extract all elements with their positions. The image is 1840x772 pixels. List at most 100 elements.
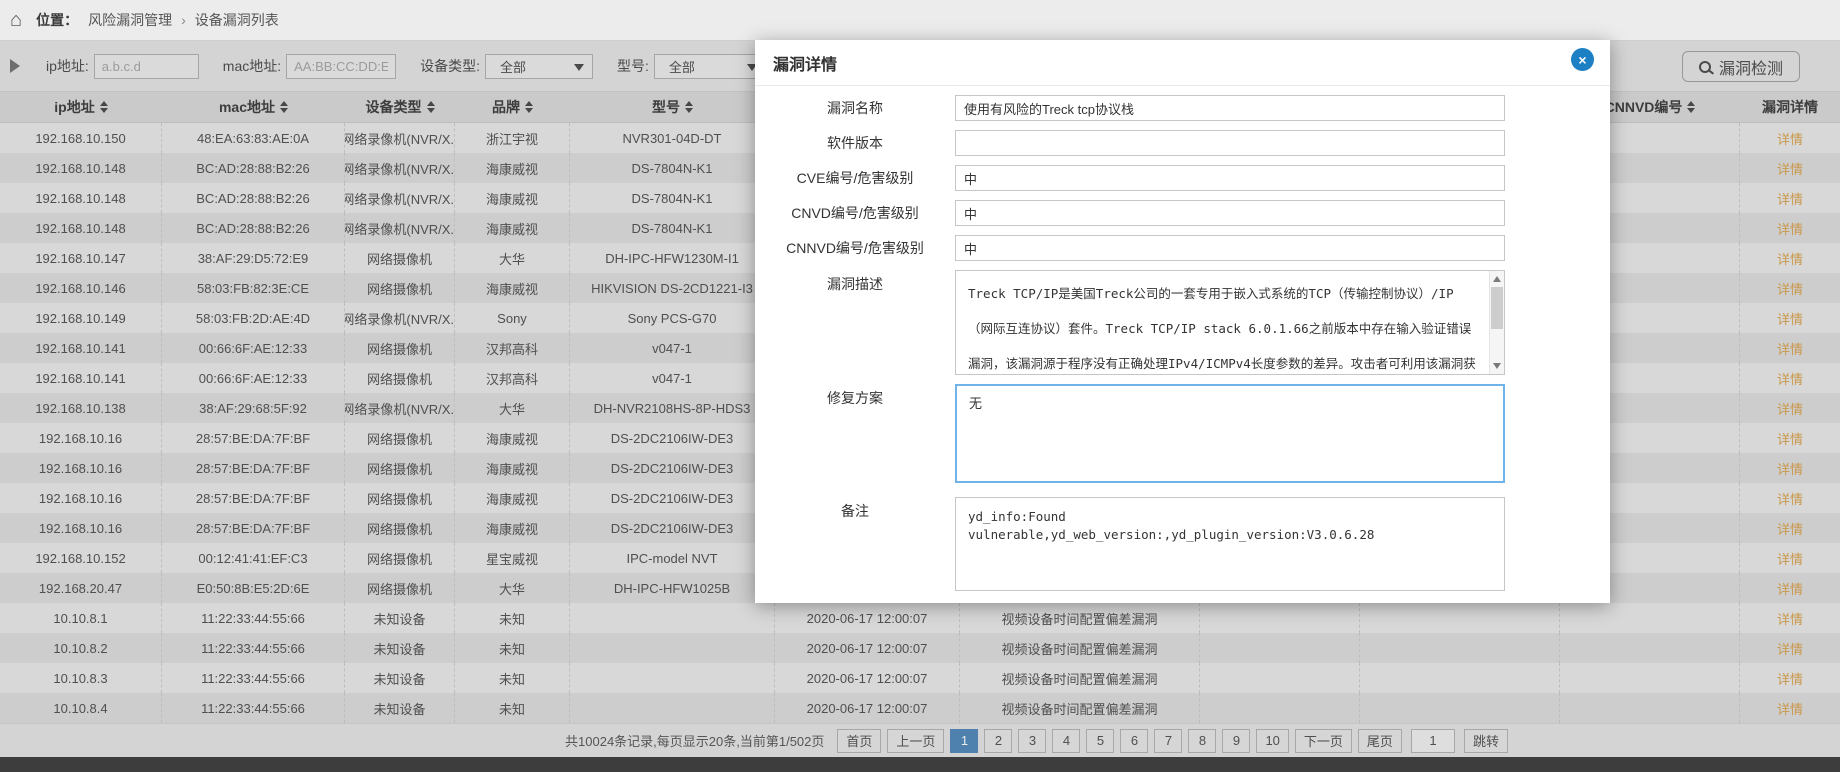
collapse-panel-icon[interactable] (10, 59, 20, 73)
scroll-up-icon[interactable] (1493, 276, 1501, 282)
page-number-button-4[interactable]: 4 (1052, 729, 1080, 753)
software-version-input[interactable] (955, 130, 1505, 156)
sort-icon[interactable] (100, 101, 108, 113)
scroll-thumb[interactable] (1491, 287, 1503, 329)
detail-link[interactable]: 详情 (1777, 459, 1803, 478)
cell-detail: 详情 (1740, 663, 1840, 693)
modal-title: 漏洞详情 (773, 51, 837, 75)
table-cell: 视频设备时间配置偏差漏洞 (960, 633, 1200, 663)
table-cell: 00:66:6F:AE:12:33 (162, 333, 345, 363)
column-header-1[interactable]: ip地址 (0, 92, 162, 122)
detail-link[interactable]: 详情 (1777, 279, 1803, 298)
page-number-button-6[interactable]: 6 (1120, 729, 1148, 753)
detail-link[interactable]: 详情 (1777, 159, 1803, 178)
sort-icon[interactable] (525, 101, 533, 113)
table-cell: 海康威视 (455, 273, 570, 303)
table-cell: 汉邦高科 (455, 363, 570, 393)
page-number-button-5[interactable]: 5 (1086, 729, 1114, 753)
sort-icon[interactable] (427, 101, 435, 113)
table-cell: 2020-06-17 12:00:07 (775, 693, 960, 723)
detail-link[interactable]: 详情 (1777, 369, 1803, 388)
scrollbar[interactable] (1489, 271, 1504, 374)
cve-input[interactable] (955, 165, 1505, 191)
column-header-4[interactable]: 品牌 (455, 92, 570, 122)
sort-icon[interactable] (685, 101, 693, 113)
page-first-button[interactable]: 首页 (837, 729, 881, 753)
page-number-button-8[interactable]: 8 (1188, 729, 1216, 753)
detail-link[interactable]: 详情 (1777, 129, 1803, 148)
cell-detail: 详情 (1740, 453, 1840, 483)
cve-label: CVE编号/危害级别 (755, 165, 955, 191)
table-cell: 192.168.10.141 (0, 333, 162, 363)
detail-link[interactable]: 详情 (1777, 639, 1803, 658)
page-next-button[interactable]: 下一页 (1295, 729, 1352, 753)
page-jump-input[interactable] (1411, 729, 1455, 753)
detail-link[interactable]: 详情 (1777, 489, 1803, 508)
detail-link[interactable]: 详情 (1777, 579, 1803, 598)
page-number-button-7[interactable]: 7 (1154, 729, 1182, 753)
table-cell: DS-2DC2106IW-DE3 (570, 483, 775, 513)
detail-link[interactable]: 详情 (1777, 609, 1803, 628)
page-number-button-3[interactable]: 3 (1018, 729, 1046, 753)
page-number-button-10[interactable]: 10 (1256, 729, 1288, 753)
vuln-name-label: 漏洞名称 (755, 95, 955, 121)
cell-detail: 详情 (1740, 183, 1840, 213)
scroll-down-icon[interactable] (1493, 363, 1501, 369)
detail-link[interactable]: 详情 (1777, 399, 1803, 418)
mac-input[interactable] (286, 54, 396, 79)
breadcrumb-separator: › (181, 12, 186, 28)
column-header-3[interactable]: 设备类型 (345, 92, 455, 122)
detail-link[interactable]: 详情 (1777, 549, 1803, 568)
detail-link[interactable]: 详情 (1777, 519, 1803, 538)
detail-link[interactable]: 详情 (1777, 189, 1803, 208)
table-cell: 网络摄像机 (345, 273, 455, 303)
page-jump-button[interactable]: 跳转 (1464, 729, 1508, 753)
table-cell: 2020-06-17 12:00:07 (775, 663, 960, 693)
home-icon[interactable]: ⌂ (10, 10, 22, 30)
table-cell: 网络录像机(NVR/X.. (345, 303, 455, 333)
column-header-5[interactable]: 型号 (570, 92, 775, 122)
column-header-2[interactable]: mac地址 (162, 92, 345, 122)
table-cell: 28:57:BE:DA:7F:BF (162, 453, 345, 483)
field-cnnvd: CNNVD编号/危害级别 (755, 235, 1610, 261)
fix-plan-textarea[interactable]: 无 (955, 384, 1505, 483)
vuln-name-input[interactable] (955, 95, 1505, 121)
ip-input[interactable] (94, 54, 199, 79)
table-cell (570, 693, 775, 723)
device-type-select[interactable]: 全部 (485, 54, 593, 79)
table-cell (1360, 663, 1560, 693)
table-cell: DH-IPC-HFW1025B (570, 573, 775, 603)
table-cell: 星宝威视 (455, 543, 570, 573)
cnvd-input[interactable] (955, 200, 1505, 226)
detail-link[interactable]: 详情 (1777, 219, 1803, 238)
vuln-scan-button[interactable]: 漏洞检测 (1682, 51, 1800, 82)
cnnvd-input[interactable] (955, 235, 1505, 261)
description-textarea[interactable]: Treck TCP/IP是美国Treck公司的一套专用于嵌入式系统的TCP（传输… (955, 270, 1505, 375)
detail-link[interactable]: 详情 (1777, 699, 1803, 718)
page-number-button-1[interactable]: 1 (950, 729, 978, 753)
note-textarea[interactable]: yd_info:Found vulnerable,yd_web_version:… (955, 497, 1505, 591)
table-cell: E0:50:8B:E5:2D:6E (162, 573, 345, 603)
breadcrumb-item-risk-management[interactable]: 风险漏洞管理 (88, 10, 172, 30)
close-icon[interactable]: × (1571, 48, 1594, 71)
sort-icon[interactable] (280, 101, 288, 113)
table-cell: 未知 (455, 693, 570, 723)
page-number-button-2[interactable]: 2 (984, 729, 1012, 753)
table-cell: BC:AD:28:88:B2:26 (162, 183, 345, 213)
page-prev-button[interactable]: 上一页 (887, 729, 944, 753)
table-cell (1560, 693, 1740, 723)
sort-icon[interactable] (1687, 101, 1695, 113)
detail-link[interactable]: 详情 (1777, 249, 1803, 268)
cnvd-label: CNVD编号/危害级别 (755, 200, 955, 226)
page-last-button[interactable]: 尾页 (1358, 729, 1402, 753)
model-select[interactable]: 全部 (654, 54, 766, 79)
detail-link[interactable]: 详情 (1777, 339, 1803, 358)
detail-link[interactable]: 详情 (1777, 309, 1803, 328)
table-cell: 网络录像机(NVR/X.. (345, 213, 455, 243)
detail-link[interactable]: 详情 (1777, 429, 1803, 448)
filter-device-type: 设备类型: 全部 (420, 54, 593, 79)
page-number-button-9[interactable]: 9 (1222, 729, 1250, 753)
cell-detail: 详情 (1740, 393, 1840, 423)
detail-link[interactable]: 详情 (1777, 669, 1803, 688)
cell-detail: 详情 (1740, 513, 1840, 543)
